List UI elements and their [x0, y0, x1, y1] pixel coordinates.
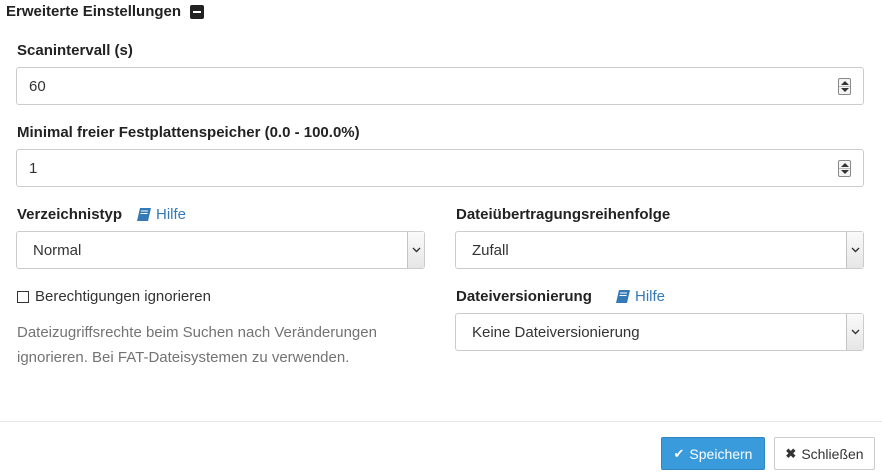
- folder-type-label: Verzeichnistyp: [17, 206, 123, 223]
- folder-type-select[interactable]: Normal: [16, 231, 425, 269]
- pull-order-label: Dateiübertragungsreihenfolge: [456, 206, 671, 223]
- folder-type-help-link[interactable]: Hilfe: [137, 206, 186, 223]
- advanced-settings-title: Erweiterte Einstellungen: [6, 3, 182, 20]
- close-button-label: Schließen: [801, 445, 864, 462]
- pull-order-select[interactable]: Zufall: [455, 231, 864, 269]
- versioning-select[interactable]: Keine Dateiversionierung: [455, 313, 864, 351]
- versioning-selected: Keine Dateiversionierung: [472, 323, 640, 341]
- book-icon: [616, 290, 630, 303]
- save-button[interactable]: ✔ Speichern: [661, 437, 765, 470]
- pull-order-selected: Zufall: [472, 241, 509, 259]
- scan-interval-stepper[interactable]: [838, 78, 851, 95]
- scan-interval-value: 60: [29, 77, 46, 95]
- scan-interval-input[interactable]: 60: [16, 67, 864, 105]
- ignore-permissions-label[interactable]: Berechtigungen ignorieren: [35, 288, 211, 305]
- min-disk-input[interactable]: 1: [16, 149, 864, 187]
- close-button[interactable]: ✖ Schließen: [774, 437, 875, 470]
- min-disk-label: Minimal freier Festplattenspeicher (0.0 …: [17, 124, 360, 141]
- chevron-down-icon[interactable]: [846, 314, 863, 350]
- check-icon: ✔: [673, 445, 685, 461]
- min-disk-stepper[interactable]: [838, 160, 851, 177]
- minus-square-icon[interactable]: [190, 4, 205, 19]
- folder-type-help-label: Hilfe: [156, 206, 187, 223]
- book-icon: [137, 208, 151, 221]
- chevron-down-icon[interactable]: [407, 232, 424, 268]
- versioning-help-link[interactable]: Hilfe: [616, 288, 665, 305]
- ignore-permissions-checkbox[interactable]: [17, 290, 29, 303]
- versioning-label: Dateiversionierung: [456, 288, 592, 305]
- versioning-help-label: Hilfe: [635, 288, 666, 305]
- save-button-label: Speichern: [689, 445, 753, 462]
- times-icon: ✖: [785, 445, 797, 461]
- scan-interval-label: Scanintervall (s): [17, 42, 133, 59]
- ignore-permissions-description: Dateizugriffsrechte beim Suchen nach Ver…: [17, 324, 377, 366]
- min-disk-value: 1: [29, 159, 38, 177]
- ignore-permissions-row[interactable]: Berechtigungen ignorieren: [17, 288, 211, 305]
- folder-type-selected: Normal: [33, 241, 82, 259]
- advanced-settings-header[interactable]: Erweiterte Einstellungen: [6, 3, 205, 20]
- footer-divider: [0, 421, 882, 422]
- chevron-down-icon[interactable]: [846, 232, 863, 268]
